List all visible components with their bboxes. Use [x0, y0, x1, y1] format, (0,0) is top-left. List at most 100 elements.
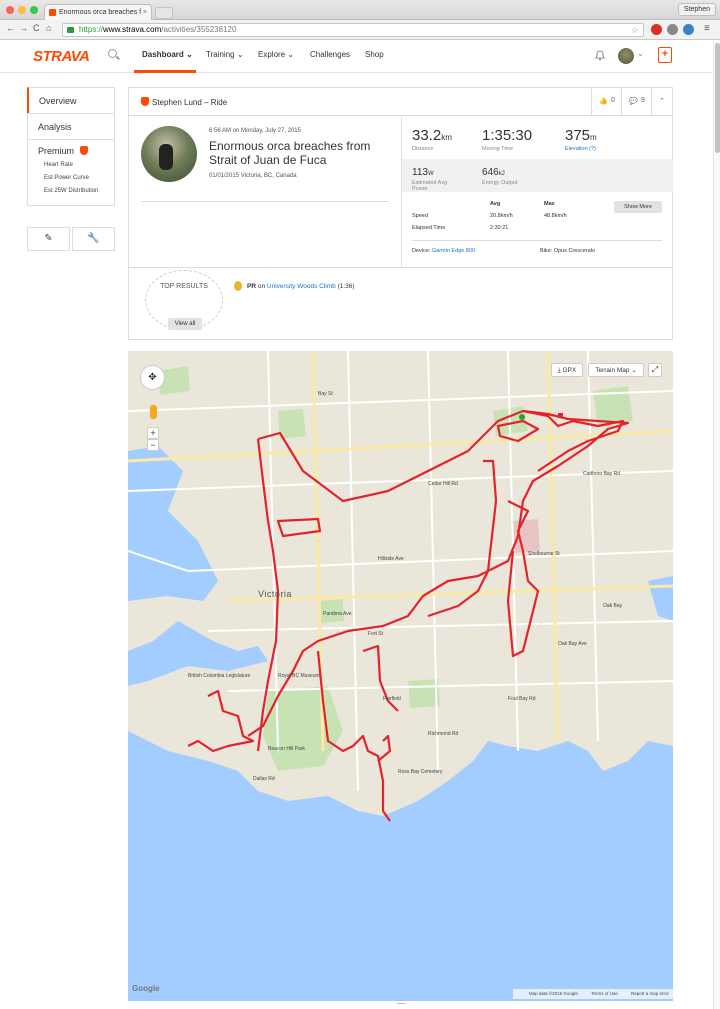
reload-icon[interactable]: C	[33, 23, 40, 33]
nav-shop[interactable]: Shop	[365, 50, 384, 59]
bike-name: Opus Crescendo	[553, 248, 596, 254]
divider	[591, 88, 592, 116]
street-view-pegman-icon[interactable]	[150, 405, 157, 419]
sidebar-item-power-curve[interactable]: Est Power Curve	[44, 175, 104, 183]
nav-active-indicator	[134, 70, 196, 73]
map-data-credit: Map data ©2015 Google	[528, 991, 578, 996]
device-link[interactable]: Garmin Edge 800	[432, 248, 475, 254]
pr-time: (1:36)	[337, 283, 355, 290]
map-label: Beacon Hill Park	[268, 746, 305, 752]
harbour-water	[128, 446, 218, 601]
nav-challenges[interactable]: Challenges	[310, 50, 350, 59]
comment-icon[interactable]: 💬	[629, 97, 638, 105]
sidebar-item-analysis[interactable]: Analysis	[27, 113, 115, 139]
top-results: TOP RESULTS View all	[139, 270, 229, 338]
map-label: Dallas Rd	[253, 776, 275, 782]
maximize-window-button[interactable]	[30, 6, 38, 14]
table-header-max: Max	[544, 201, 555, 207]
extension-icon[interactable]	[651, 24, 662, 35]
top-results-label: TOP RESULTS	[160, 283, 208, 290]
stat-value: 1:35:30	[482, 127, 533, 144]
nav-training[interactable]: Training ⌄	[206, 50, 244, 59]
segment-link[interactable]: University Woods Climb	[267, 283, 336, 290]
pan-control[interactable]: ✥	[140, 365, 165, 390]
stat-distance: 33.2km Distance	[412, 127, 452, 152]
minimize-window-button[interactable]	[18, 6, 26, 14]
browser-tab[interactable]: Enormous orca breaches f ×	[44, 4, 152, 20]
map-label: Cedar Hill Rd	[428, 481, 458, 487]
edit-icon[interactable]: ✎	[27, 227, 70, 251]
kudos-icon[interactable]: 👍	[599, 97, 608, 105]
extension-icon[interactable]	[667, 24, 678, 35]
elevation-help-link[interactable]: Elevation (?)	[565, 146, 597, 152]
bookmark-star-icon[interactable]: ☆	[631, 24, 639, 36]
map-type-dropdown[interactable]: Terrain Map ⌄	[588, 363, 644, 377]
bike-label: Bike:	[540, 248, 553, 254]
home-icon[interactable]: ⌂	[46, 23, 51, 33]
view-all-button[interactable]: View all	[168, 318, 202, 330]
divider	[651, 88, 652, 116]
beacon-hill-park	[263, 686, 343, 771]
map-label: Royal BC Museum	[278, 673, 320, 679]
nav-explore[interactable]: Explore ⌄	[258, 50, 294, 59]
wrench-icon[interactable]: 🔧	[72, 227, 115, 251]
report-error-link[interactable]: Report a map error	[631, 991, 669, 996]
bike-info: Bike: Opus Crescendo	[540, 248, 595, 254]
search-icon[interactable]	[108, 49, 117, 58]
fullscreen-icon[interactable]: ⤢	[648, 363, 662, 377]
strava-logo[interactable]: STRAVA	[33, 48, 90, 65]
tab-close-icon[interactable]: ×	[143, 5, 147, 20]
route-end-marker[interactable]	[558, 413, 563, 418]
upload-button[interactable]: +	[658, 47, 672, 63]
google-logo[interactable]: Google	[132, 984, 160, 993]
bell-icon[interactable]	[595, 50, 605, 61]
avatar[interactable]	[618, 48, 634, 64]
stat-label: Energy Output	[482, 180, 518, 186]
premium-shield-icon	[80, 146, 89, 155]
gpx-download-button[interactable]: ⤓ GPX	[551, 363, 583, 377]
new-tab-button[interactable]	[155, 7, 173, 19]
activity-stats: 33.2km Distance 1:35:30 Moving Time 375m…	[401, 117, 673, 267]
close-window-button[interactable]	[6, 6, 14, 14]
kudos-count[interactable]: 0	[611, 97, 615, 104]
route-start-marker[interactable]	[519, 414, 525, 420]
collapse-chevron-icon[interactable]: ⌃	[659, 97, 665, 105]
browser-menu-icon[interactable]: ≡	[704, 23, 710, 34]
sidebar-item-premium[interactable]: Premium	[38, 146, 74, 156]
sidebar-item-heart-rate[interactable]: Heart Rate	[44, 162, 104, 170]
pr-medal-icon	[234, 281, 242, 291]
map-label: Richmond Rd	[428, 731, 459, 737]
page-scrollbar[interactable]	[713, 41, 720, 1009]
scrollbar-thumb[interactable]	[715, 43, 720, 153]
athlete-ride-label[interactable]: Stephen Lund – Ride	[152, 98, 227, 107]
map-footer: Map data ©2015 Google Terms of Use Repor…	[512, 989, 673, 999]
back-arrow-icon[interactable]: ←	[6, 23, 15, 33]
athlete-photo[interactable]	[141, 126, 197, 182]
activity-location: 01/01/2015 Victoria, BC, Canada	[209, 173, 297, 179]
lock-icon	[67, 27, 74, 33]
stat-moving-time: 1:35:30 Moving Time	[482, 127, 532, 152]
map-label: Shelbourne St	[528, 551, 560, 557]
sidebar-item-power-distribution[interactable]: Est 25W Distribution	[44, 188, 104, 196]
sidebar-item-overview[interactable]: Overview	[27, 87, 115, 113]
zoom-out-button[interactable]: −	[147, 439, 159, 451]
chevron-down-icon[interactable]: ⌄	[637, 49, 644, 58]
nav-dashboard[interactable]: Dashboard ⌄	[142, 50, 193, 59]
show-more-button[interactable]: Show More	[614, 201, 662, 213]
map-resize-handle[interactable]	[397, 1000, 405, 1004]
browser-toolbar: ← → C ⌂ https://www.strava.com/activitie…	[0, 20, 720, 40]
forward-arrow-icon[interactable]: →	[19, 23, 28, 33]
activity-header: Stephen Lund – Ride 👍 0 💬 9 ⌃	[129, 88, 672, 116]
comments-count[interactable]: 9	[641, 97, 645, 104]
activity-map[interactable]: Victoria Oak Bay British Columbia Legisl…	[128, 351, 673, 1001]
address-bar[interactable]: https://www.strava.com/activities/355238…	[62, 23, 644, 37]
terms-link[interactable]: Terms of Use	[591, 991, 618, 996]
extension-icon[interactable]	[683, 24, 694, 35]
zoom-in-button[interactable]: +	[147, 427, 159, 439]
map-label: Cadboro Bay Rd	[583, 471, 620, 477]
device-info: Device: Garmin Edge 800	[412, 248, 475, 254]
map-label: British Columbia Legislature	[188, 673, 251, 679]
browser-user-badge[interactable]: Stephen	[677, 3, 716, 16]
table-row-label: Elapsed Time	[412, 225, 446, 231]
map-label: Bay St	[318, 391, 333, 397]
